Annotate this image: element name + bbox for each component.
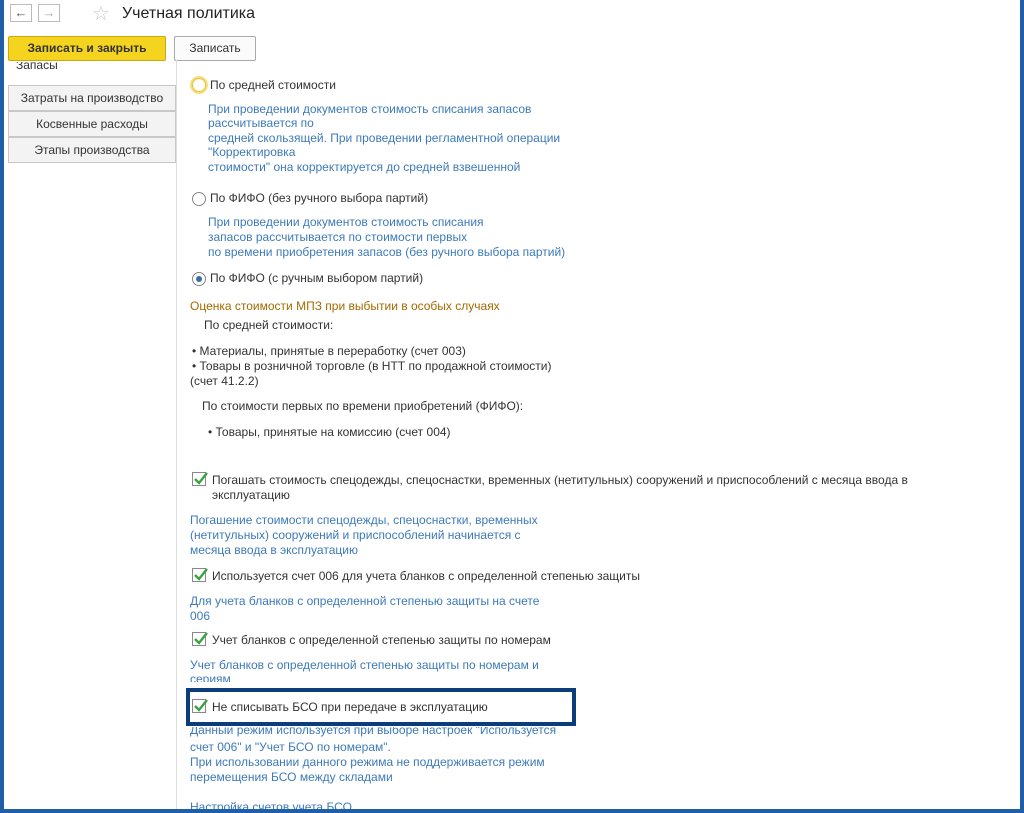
checkbox-blanks-by-numbers[interactable] xyxy=(192,632,208,646)
checkbox-no-writeoff-bso-label[interactable]: Не списывать БСО при передаче в эксплуат… xyxy=(212,700,488,714)
checkmark-icon xyxy=(194,699,208,712)
radio-fifo-auto-label[interactable]: По ФИФО (без ручного выбора партий) xyxy=(210,191,428,205)
checkbox-workwear[interactable] xyxy=(192,472,208,486)
radio-average-cost[interactable] xyxy=(192,78,206,92)
sidebar-item-production-stages[interactable]: Этапы производства xyxy=(8,137,176,163)
fifo-item-1: • Товары, принятые на комиссию (счет 004… xyxy=(208,425,451,439)
hint-average-cost-4: "Корректировка xyxy=(208,145,296,159)
checkbox-no-writeoff-bso[interactable] xyxy=(192,699,208,713)
checkbox-blanks-by-numbers-label[interactable]: Учет бланков с определенной степенью защ… xyxy=(212,633,551,647)
hint-workwear-3: месяца ввода в эксплуатацию xyxy=(190,543,358,557)
hint-fifo-auto-2: запасов рассчитывается по стоимости перв… xyxy=(208,230,468,244)
section-sidebar: Запасы Затраты на производство Косвенные… xyxy=(4,60,176,809)
checkmark-icon xyxy=(194,632,208,645)
hint-blanks-by-numbers-2: сериям xyxy=(190,673,231,682)
save-and-close-button[interactable]: Записать и закрыть xyxy=(8,36,166,61)
hint-blanks-by-numbers-1: Учет бланков с определенной степенью защ… xyxy=(190,658,539,672)
checkmark-icon xyxy=(194,568,208,581)
avg-cost-item-2b: (счет 41.2.2) xyxy=(190,374,259,388)
hint-bso-1: Данный режим используется при выборе нас… xyxy=(190,727,557,737)
checkmark-icon xyxy=(194,472,208,485)
bso-accounts-link[interactable]: Настройка счетов учета БСО xyxy=(190,800,352,809)
hint-account-006-1: Для учета бланков с определенной степень… xyxy=(190,594,540,608)
special-cases-title: Оценка стоимости МПЗ при выбытии в особы… xyxy=(190,299,500,313)
app-window: ← → ☆ Учетная политика Записать и закрыт… xyxy=(4,0,1020,809)
fifo-heading: По стоимости первых по времени приобрете… xyxy=(202,399,524,413)
hint-fifo-auto-3: по времени приобретения запасов (без руч… xyxy=(208,245,566,259)
avg-cost-item-1: • Материалы, принятые в переработку (сче… xyxy=(192,344,466,358)
hint-bso-3: При использовании данного режима не подд… xyxy=(190,755,545,769)
hint-workwear-2: (нетитульных) сооружений и приспособлени… xyxy=(190,528,521,542)
avg-cost-item-2: • Товары в розничной торговле (в НТТ по … xyxy=(192,359,552,373)
radio-fifo-manual[interactable] xyxy=(192,272,206,286)
hint-bso-4: перемещения БСО между складами xyxy=(190,770,393,784)
star-outline-icon[interactable]: ☆ xyxy=(92,1,110,26)
arrow-right-icon[interactable]: → xyxy=(38,4,60,22)
radio-average-cost-label[interactable]: По средней стоимости xyxy=(210,78,336,92)
hint-average-cost-3: средней скользящей. При проведении регла… xyxy=(208,131,561,145)
sidebar-item-indirect-costs[interactable]: Косвенные расходы xyxy=(8,111,176,137)
sidebar-item-production-costs[interactable]: Затраты на производство xyxy=(8,85,176,111)
arrow-left-icon[interactable]: ← xyxy=(10,4,32,22)
settings-content: По средней стоимости При проведении доку… xyxy=(186,0,1006,809)
checkbox-workwear-label-2[interactable]: эксплуатацию xyxy=(212,488,290,502)
hint-average-cost-1: При проведении документов стоимость спис… xyxy=(208,102,532,116)
sidebar-item-inventory[interactable]: Запасы xyxy=(16,62,58,72)
sidebar-divider xyxy=(176,60,177,809)
avg-cost-heading: По средней стоимости: xyxy=(204,318,334,332)
hint-average-cost-2: рассчитывается по xyxy=(208,116,314,130)
hint-workwear-1: Погашение стоимости спецодежды, спецосна… xyxy=(190,513,538,527)
hint-bso-2: счет 006" и "Учет БСО по номерам". xyxy=(190,740,391,754)
checkbox-workwear-label-1[interactable]: Погашать стоимость спецодежды, спецоснас… xyxy=(212,473,908,487)
checkbox-account-006[interactable] xyxy=(192,568,208,582)
hint-average-cost-5: стоимости" она корректируется до средней… xyxy=(208,160,521,174)
checkbox-account-006-label[interactable]: Используется счет 006 для учета бланков … xyxy=(212,569,640,583)
radio-fifo-manual-label[interactable]: По ФИФО (с ручным выбором партий) xyxy=(210,271,423,285)
radio-fifo-auto[interactable] xyxy=(192,192,206,206)
hint-fifo-auto-1: При проведении документов стоимость спис… xyxy=(208,215,484,229)
hint-account-006-2: 006 xyxy=(190,609,211,623)
